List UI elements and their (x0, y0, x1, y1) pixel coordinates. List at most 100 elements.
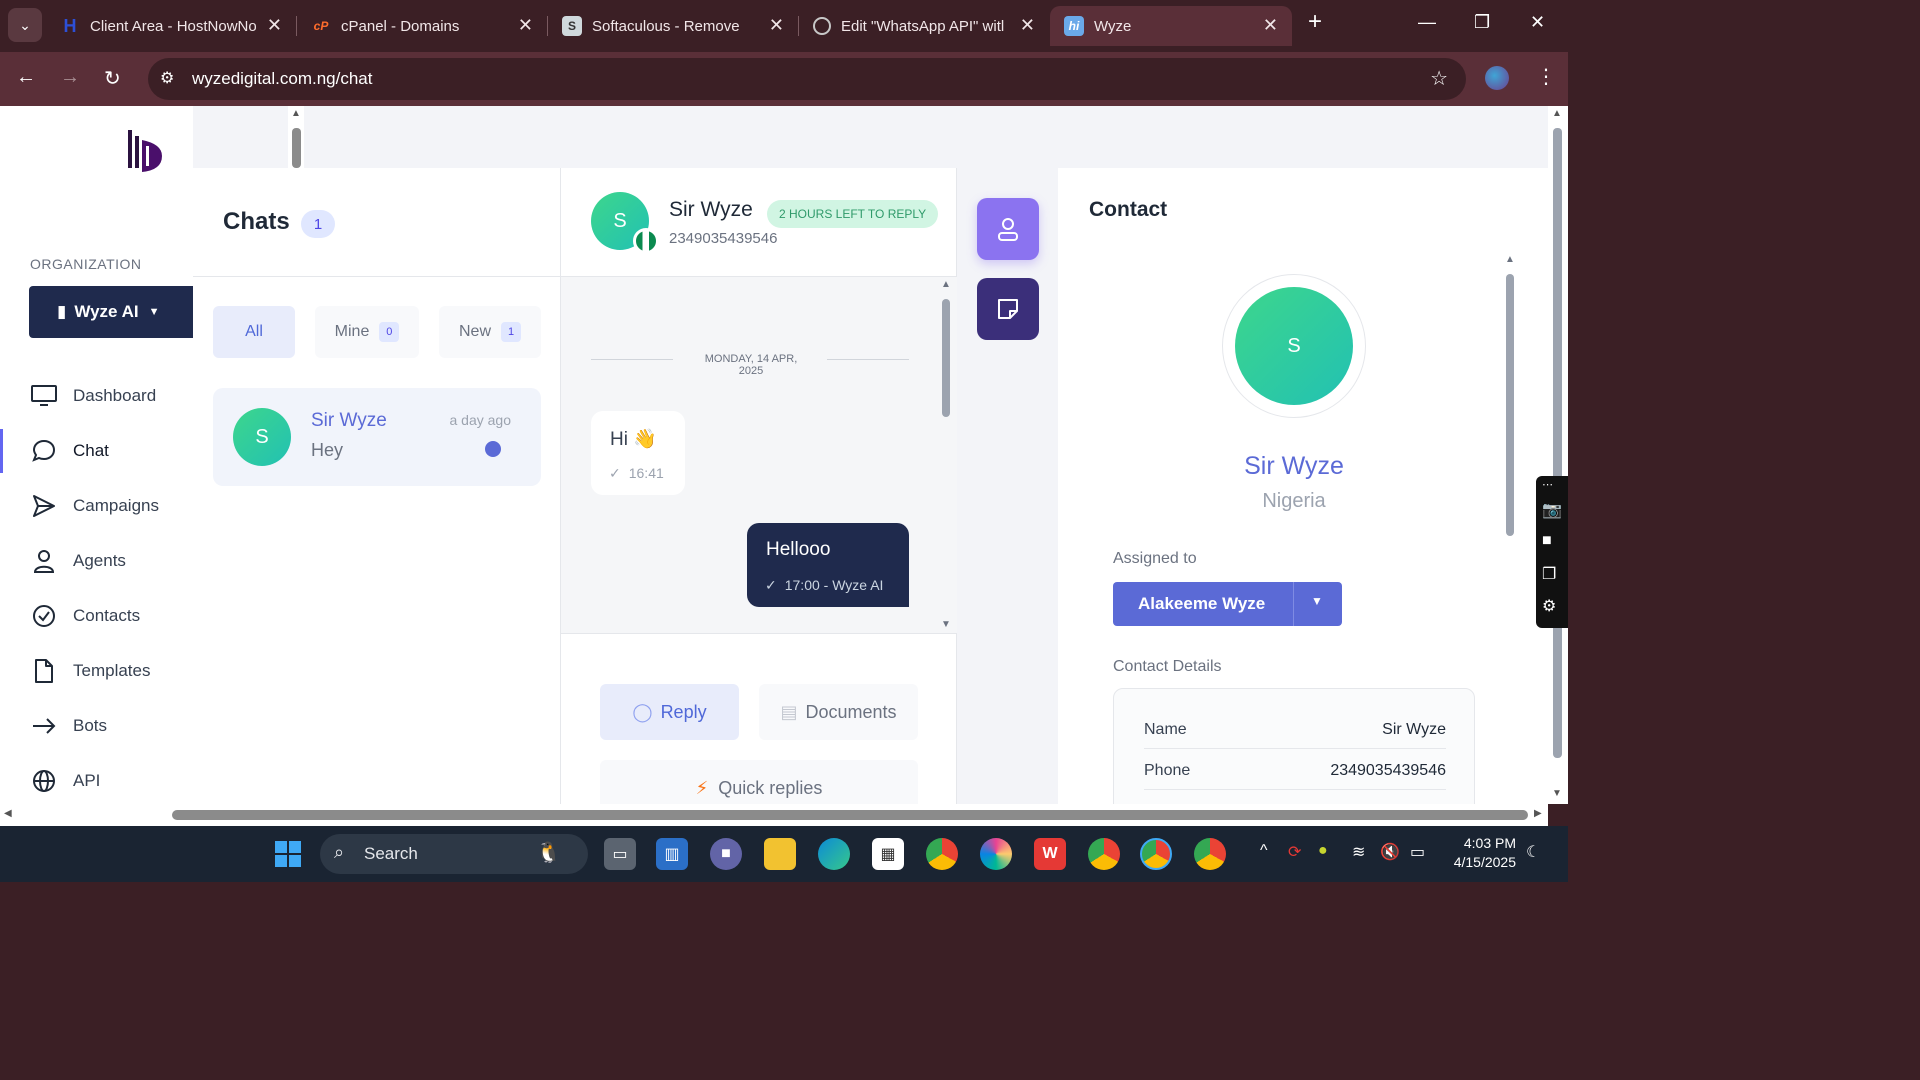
quick-replies-button[interactable]: ⚡ Quick replies (600, 760, 918, 804)
wyze-logo (128, 130, 162, 172)
message-scrollbar[interactable]: ▲ ▼ (939, 277, 953, 633)
filter-tab-all[interactable]: All (213, 306, 295, 358)
scroll-left-arrow-icon[interactable]: ◀ (4, 808, 12, 819)
tab-search-button[interactable]: ⌄ (8, 8, 42, 42)
message-text: Hellooo (766, 539, 831, 560)
page-horizontal-scrollbar[interactable]: ◀ ▶ (0, 804, 1548, 826)
sidebar-item-dashboard[interactable]: Dashboard (0, 374, 193, 418)
scroll-down-arrow-icon[interactable]: ▼ (941, 619, 951, 630)
close-window-button[interactable]: ✕ (1530, 12, 1545, 33)
microsoft-store-icon[interactable]: ▦ (872, 838, 904, 870)
sidebar-item-contacts[interactable]: Contacts (0, 594, 193, 638)
edge-browser-icon[interactable] (818, 838, 850, 870)
scroll-up-arrow-icon[interactable]: ▲ (941, 279, 951, 290)
sync-icon[interactable]: ⟳ (1288, 842, 1301, 862)
notifications-moon-icon[interactable]: ☾ (1526, 842, 1540, 862)
scrollbar-thumb[interactable] (1553, 128, 1562, 758)
close-tab-icon[interactable]: ✕ (518, 15, 533, 36)
contact-details-label: Contact Details (1113, 658, 1222, 675)
scrollbar-thumb[interactable] (292, 128, 301, 168)
chrome-profile-icon[interactable] (1194, 838, 1226, 870)
app-tray-icon[interactable]: ● (1318, 842, 1328, 860)
panel-toggle-column (957, 168, 1058, 804)
taskbar-search-box[interactable]: ⌕ Search 🐧 (320, 834, 588, 874)
bookmark-star-icon[interactable]: ☆ (1430, 66, 1448, 91)
profile-avatar[interactable] (1485, 66, 1509, 90)
reload-button[interactable]: ↻ (104, 66, 121, 91)
reply-window-badge: 2 HOURS LEFT TO REPLY (767, 200, 939, 228)
browser-tab-4[interactable]: Edit "WhatsApp API" witl ✕ (799, 6, 1049, 46)
windows-start-icon[interactable] (272, 838, 304, 870)
close-tab-icon[interactable]: ✕ (1263, 15, 1278, 36)
sidebar-item-templates[interactable]: Templates (0, 649, 193, 693)
sidebar-scrollbar[interactable]: ▲ (288, 106, 304, 168)
sidebar-item-api[interactable]: API (0, 759, 193, 803)
volume-muted-icon[interactable]: 🔇 (1380, 842, 1400, 862)
gear-icon[interactable]: ⚙ (1542, 596, 1556, 616)
documents-button[interactable]: ▤ Documents (759, 684, 918, 740)
sidebar-item-campaigns[interactable]: Campaigns (0, 484, 193, 528)
minimize-button[interactable]: — (1418, 12, 1436, 33)
contact-scrollbar[interactable]: ▲ (1504, 254, 1516, 544)
filter-tab-new[interactable]: New 1 (439, 306, 541, 358)
user-icon (30, 547, 58, 575)
photos-icon[interactable] (980, 838, 1012, 870)
sticky-note-icon (998, 299, 1018, 319)
wifi-icon[interactable]: ≋ (1352, 842, 1365, 862)
meet-icon[interactable]: ■ (710, 838, 742, 870)
forward-button[interactable]: → (60, 66, 80, 89)
browser-tab-1[interactable]: H Client Area - HostNowNo ✕ (46, 6, 296, 46)
site-info-icon[interactable]: ⚙ (160, 68, 174, 88)
organization-switcher-button[interactable]: ▮ Wyze AI ▼ (29, 286, 199, 338)
sidebar-item-chat[interactable]: Chat (0, 429, 193, 473)
nigeria-flag-icon (633, 228, 659, 254)
scroll-right-arrow-icon[interactable]: ▶ (1534, 808, 1542, 819)
more-icon[interactable]: ⋯ (1542, 478, 1553, 491)
caret-down-icon[interactable]: ▼ (1311, 594, 1323, 608)
scroll-up-arrow-icon[interactable]: ▲ (1552, 108, 1562, 119)
widgets-icon[interactable]: ▥ (656, 838, 688, 870)
chat-list-item[interactable]: S Sir Wyze Hey a day ago (213, 388, 541, 486)
close-tab-icon[interactable]: ✕ (267, 15, 282, 36)
hostnow-favicon-icon: H (63, 15, 77, 36)
contact-panel-toggle-button[interactable] (977, 198, 1039, 260)
sidebar-item-agents[interactable]: Agents (0, 539, 193, 583)
file-explorer-icon[interactable] (764, 838, 796, 870)
video-camera-icon[interactable]: ■ (1542, 532, 1552, 550)
reply-button[interactable]: ◯ Reply (600, 684, 739, 740)
scrollbar-thumb[interactable] (1506, 274, 1514, 536)
battery-icon[interactable]: ▭ (1410, 842, 1425, 862)
chrome-icon[interactable] (926, 838, 958, 870)
camera-icon[interactable]: 📷 (1542, 500, 1562, 520)
window-icon[interactable]: ❐ (1542, 564, 1556, 584)
system-clock[interactable]: 4:03 PM 4/15/2025 (1444, 834, 1516, 872)
show-hidden-icons-chevron-icon[interactable]: ^ (1260, 842, 1268, 860)
clock-date: 4/15/2025 (1453, 854, 1516, 870)
wps-office-icon[interactable]: W (1034, 838, 1066, 870)
chrome-profile-icon[interactable] (1088, 838, 1120, 870)
browser-tab-5-active[interactable]: hi Wyze ✕ (1050, 6, 1292, 46)
browser-menu-icon[interactable]: ⋮ (1536, 64, 1556, 89)
restore-button[interactable]: ❐ (1474, 12, 1490, 33)
scroll-down-arrow-icon[interactable]: ▼ (1552, 788, 1562, 799)
chrome-active-icon[interactable] (1140, 838, 1172, 870)
notes-toggle-button[interactable] (977, 278, 1039, 340)
globe-favicon-icon (813, 17, 831, 35)
url-text[interactable]: wyzedigital.com.ng/chat (192, 69, 372, 89)
omnibox[interactable]: ⚙ wyzedigital.com.ng/chat ☆ (148, 58, 1466, 100)
browser-tab-3[interactable]: S Softaculous - Remove ✕ (548, 6, 798, 46)
page-vertical-scrollbar[interactable]: ▲ ▼ (1548, 106, 1568, 804)
filter-tab-mine[interactable]: Mine 0 (315, 306, 419, 358)
sidebar-item-bots[interactable]: Bots (0, 704, 193, 748)
close-tab-icon[interactable]: ✕ (769, 15, 784, 36)
task-view-icon[interactable]: ▭ (604, 838, 636, 870)
back-button[interactable]: ← (16, 66, 36, 89)
assignee-dropdown[interactable]: Alakeeme Wyze ▼ (1113, 582, 1342, 626)
close-tab-icon[interactable]: ✕ (1020, 15, 1035, 36)
browser-tab-2[interactable]: cP cPanel - Domains ✕ (297, 6, 547, 46)
scroll-up-arrow-icon[interactable]: ▲ (291, 108, 301, 119)
scrollbar-thumb[interactable] (942, 299, 950, 417)
new-tab-button[interactable]: + (1308, 8, 1322, 36)
scrollbar-thumb[interactable] (172, 810, 1528, 820)
scroll-up-arrow-icon[interactable]: ▲ (1505, 254, 1515, 265)
